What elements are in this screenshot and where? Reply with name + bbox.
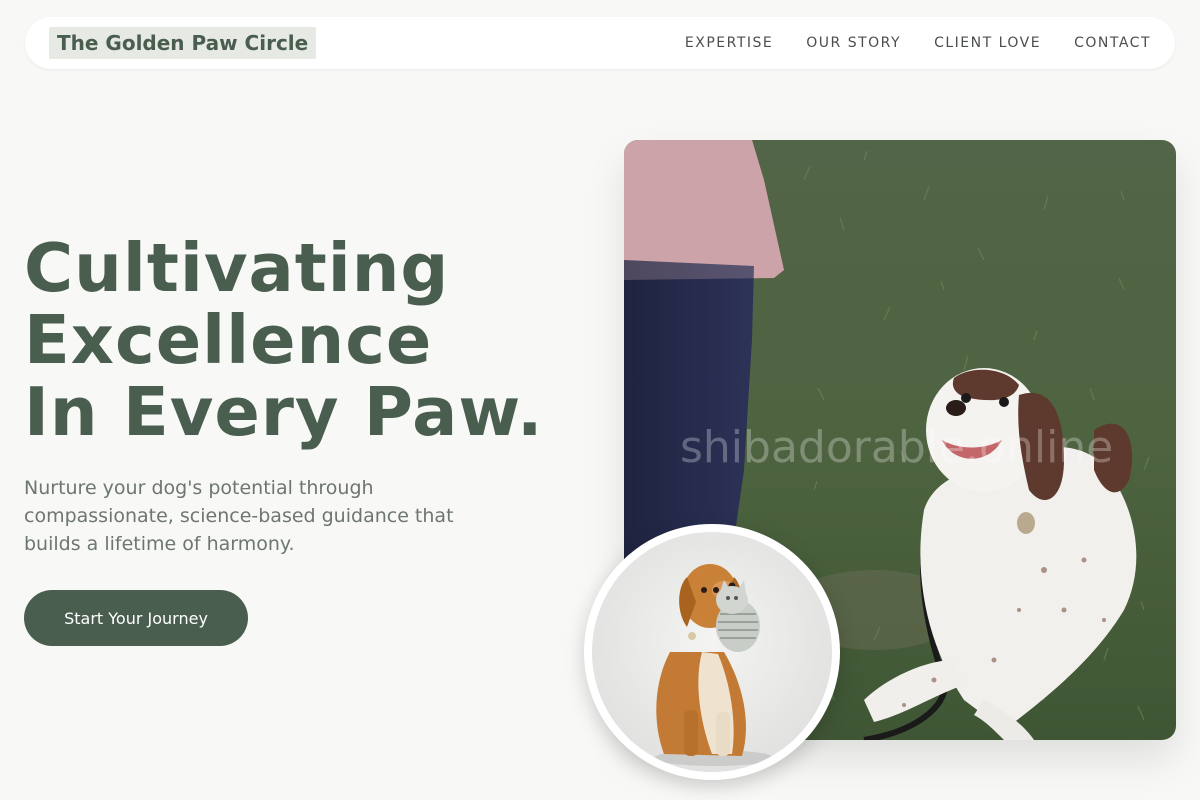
photo-watermark: shibadorable.online: [680, 422, 1113, 473]
nav-link-expertise[interactable]: EXPERTISE: [685, 35, 773, 51]
main-menu: EXPERTISE OUR STORY CLIENT LOVE CONTACT: [652, 17, 1151, 69]
headline-line-2: Excellence: [24, 301, 433, 379]
landing-page: The Golden Paw Circle EXPERTISE OUR STOR…: [0, 0, 1200, 800]
start-journey-button[interactable]: Start Your Journey: [24, 590, 248, 646]
headline-line-3: In Every Paw.: [24, 373, 544, 451]
top-navigation: The Golden Paw Circle EXPERTISE OUR STOR…: [25, 17, 1175, 69]
secondary-photo-golden-dog: [584, 524, 840, 780]
nav-link-our-story[interactable]: OUR STORY: [806, 35, 901, 51]
nav-link-client-love[interactable]: CLIENT LOVE: [934, 35, 1041, 51]
golden-dog-illustration: [592, 532, 832, 772]
hero-headline: Cultivating Excellence In Every Paw.: [24, 232, 543, 448]
hero-subtitle: Nurture your dog's potential through com…: [24, 477, 454, 555]
headline-line-1: Cultivating: [24, 229, 450, 307]
nav-link-contact[interactable]: CONTACT: [1074, 35, 1151, 51]
brand-logo[interactable]: The Golden Paw Circle: [49, 27, 317, 59]
